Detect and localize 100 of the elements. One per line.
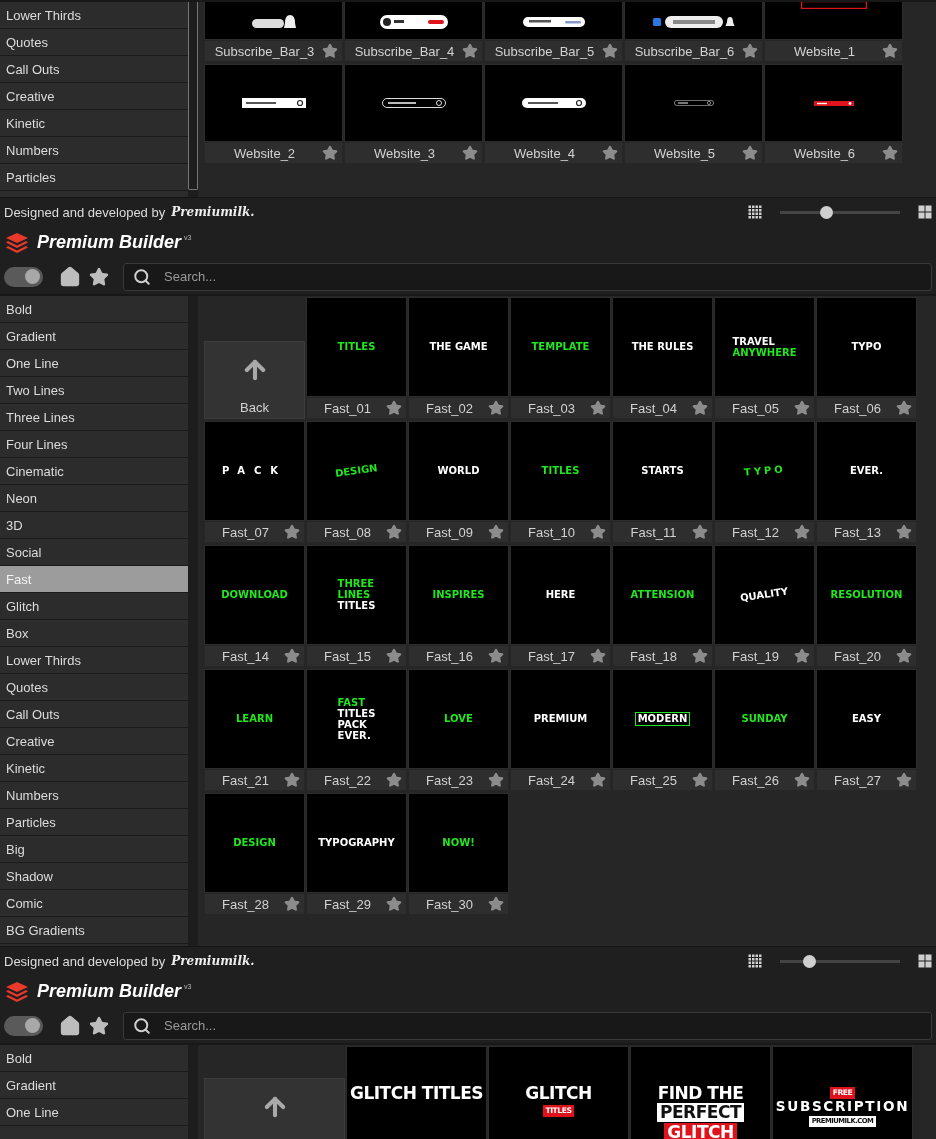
star-icon[interactable] <box>488 772 504 788</box>
tile-label: Website_3 <box>373 145 436 161</box>
star-icon[interactable] <box>896 772 912 788</box>
star-icon[interactable] <box>882 43 898 59</box>
thumbnail[interactable]: PACK <box>204 421 305 521</box>
star-icon[interactable] <box>386 400 402 416</box>
thumbnail[interactable] <box>204 64 343 142</box>
star-icon[interactable] <box>386 648 402 664</box>
thumbnail[interactable]: LEARN <box>204 669 305 769</box>
star-icon[interactable] <box>284 524 300 540</box>
thumbnail[interactable]: QUALITY <box>714 545 815 645</box>
toggle-switch[interactable] <box>4 1015 43 1036</box>
star-icon[interactable] <box>488 524 504 540</box>
star-icon[interactable] <box>89 1015 109 1036</box>
thumbnail[interactable]: GLITCH TITLES <box>346 1046 487 1139</box>
star-icon[interactable] <box>284 648 300 664</box>
thumbnail[interactable] <box>764 64 903 142</box>
slider-thumb[interactable] <box>802 954 816 968</box>
star-icon[interactable] <box>896 648 912 664</box>
star-icon[interactable] <box>89 266 109 287</box>
thumbnail[interactable]: EASY <box>816 669 917 769</box>
star-icon[interactable] <box>794 524 810 540</box>
star-icon[interactable] <box>462 145 478 161</box>
thumbnail[interactable]: TYPO <box>816 297 917 397</box>
thumbnail[interactable]: MODERN <box>612 669 713 769</box>
star-icon[interactable] <box>488 648 504 664</box>
slider-thumb[interactable] <box>819 205 833 219</box>
tile-label: Fast_15 <box>324 648 371 664</box>
star-icon[interactable] <box>692 524 708 540</box>
thumbnail[interactable]: NOW! <box>408 793 509 893</box>
home-icon[interactable] <box>59 265 81 288</box>
thumbnail[interactable]: EVER. <box>816 421 917 521</box>
tile-label: Fast_22 <box>324 772 371 788</box>
thumbnail[interactable]: HERE <box>510 545 611 645</box>
star-icon[interactable] <box>602 43 618 59</box>
star-icon[interactable] <box>794 772 810 788</box>
star-icon[interactable] <box>386 772 402 788</box>
star-icon[interactable] <box>284 772 300 788</box>
star-icon[interactable] <box>896 400 912 416</box>
thumbnail[interactable]: STARTS <box>612 421 713 521</box>
star-icon[interactable] <box>386 524 402 540</box>
large-grid-icon[interactable] <box>918 205 932 219</box>
star-icon[interactable] <box>590 400 606 416</box>
thumbnail[interactable]: THE GAME <box>408 297 509 397</box>
thumbnail[interactable]: WORLD <box>408 421 509 521</box>
star-icon[interactable] <box>692 400 708 416</box>
star-icon[interactable] <box>462 43 478 59</box>
thumbnail[interactable]: TRAVEL ANYWHERE <box>714 297 815 397</box>
thumbnail[interactable] <box>624 64 763 142</box>
star-icon[interactable] <box>794 648 810 664</box>
thumbnail[interactable]: PREMIUM <box>510 669 611 769</box>
toggle-switch[interactable] <box>4 266 43 287</box>
star-icon[interactable] <box>386 896 402 912</box>
thumbnail[interactable]: THREE LINES TITLES <box>306 545 407 645</box>
preview-text: WORLD <box>437 466 480 476</box>
tile-label: Fast_12 <box>732 524 779 540</box>
thumbnail[interactable]: TYPOGRAPHY <box>306 793 407 893</box>
thumbnail[interactable]: TEMPLATE <box>510 297 611 397</box>
thumbnail[interactable]: THE RULES <box>612 297 713 397</box>
star-icon[interactable] <box>794 400 810 416</box>
thumbnail[interactable]: FIND THE PERFECT GLITCH <box>630 1046 771 1139</box>
thumbnail[interactable]: TYPO <box>714 421 815 521</box>
thumbnail[interactable]: DESIGN <box>204 793 305 893</box>
preview-text: MODERN <box>634 712 691 726</box>
search-field[interactable]: Search... <box>123 262 932 291</box>
thumbnail[interactable] <box>344 64 483 142</box>
thumbnail[interactable]: TITLES <box>306 297 407 397</box>
star-icon[interactable] <box>742 43 758 59</box>
star-icon[interactable] <box>896 524 912 540</box>
thumbnail[interactable] <box>484 64 623 142</box>
star-icon[interactable] <box>882 145 898 161</box>
large-grid-icon[interactable] <box>918 954 932 968</box>
small-grid-icon[interactable] <box>748 954 762 968</box>
star-icon[interactable] <box>602 145 618 161</box>
thumbnail[interactable]: TITLES <box>510 421 611 521</box>
thumbnail[interactable]: INSPIRES <box>408 545 509 645</box>
star-icon[interactable] <box>590 772 606 788</box>
star-icon[interactable] <box>590 524 606 540</box>
star-icon[interactable] <box>322 43 338 59</box>
star-icon[interactable] <box>742 145 758 161</box>
thumbnail[interactable]: SUNDAY <box>714 669 815 769</box>
thumbnail[interactable]: ATTENSION <box>612 545 713 645</box>
preview-text: TYPO <box>851 342 882 352</box>
star-icon[interactable] <box>488 896 504 912</box>
thumbnail[interactable]: LOVE <box>408 669 509 769</box>
star-icon[interactable] <box>692 772 708 788</box>
star-icon[interactable] <box>488 400 504 416</box>
thumbnail[interactable]: DOWNLOAD <box>204 545 305 645</box>
thumbnail[interactable]: RESOLUTION <box>816 545 917 645</box>
thumbnail[interactable]: DESIGN <box>306 421 407 521</box>
search-field[interactable]: Search... <box>123 1011 932 1040</box>
star-icon[interactable] <box>322 145 338 161</box>
thumbnail[interactable]: FAST TITLES PACK EVER. <box>306 669 407 769</box>
star-icon[interactable] <box>284 896 300 912</box>
back-button[interactable]: Back <box>204 341 305 419</box>
star-icon[interactable] <box>692 648 708 664</box>
scrollbar-thumb[interactable] <box>188 2 198 190</box>
small-grid-icon[interactable] <box>748 205 762 219</box>
home-icon[interactable] <box>59 1014 81 1037</box>
star-icon[interactable] <box>590 648 606 664</box>
